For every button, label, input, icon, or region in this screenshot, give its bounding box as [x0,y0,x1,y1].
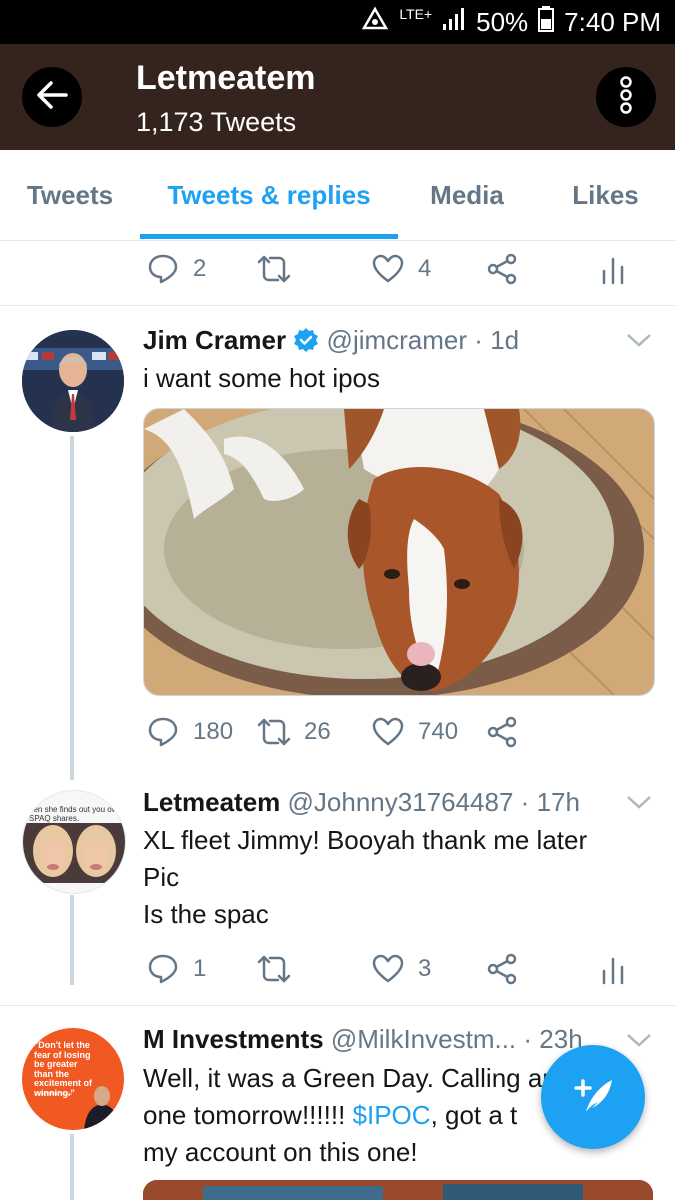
profile-header: Letmeatem 1,173 Tweets [0,44,675,150]
author-handle[interactable]: @Johnny31764487 [288,787,514,817]
feather-plus-icon [570,1072,616,1123]
retweet-icon [256,953,292,985]
separator-dot: · [523,1024,533,1054]
analytics-button[interactable] [600,253,626,285]
author-name[interactable]: M Investments [143,1024,324,1054]
reply-count: 2 [193,255,207,282]
tab-tweets[interactable]: Tweets [0,150,140,240]
battery-percent: 50% [476,6,529,37]
like-button[interactable]: 3 [372,953,431,985]
reply-button[interactable]: 1 [147,953,206,985]
battery-icon [538,5,555,39]
share-icon [486,953,518,985]
divider [0,305,675,306]
cashtag-link[interactable]: $IPOC [353,1100,431,1130]
tweet-image[interactable] [143,408,655,696]
sync-icon [361,6,389,39]
tweet-time: 1d [490,325,520,355]
retweet-button[interactable]: 26 [256,716,331,748]
tweet-menu-button[interactable] [626,332,652,353]
analytics-button[interactable] [600,953,626,985]
author-name[interactable]: Letmeatem [143,787,280,817]
tab-likes[interactable]: Likes [536,150,675,240]
retweet-button[interactable] [256,953,292,985]
like-count: 3 [418,955,432,982]
tweet-image[interactable] [143,1180,653,1200]
like-button[interactable]: 4 [372,253,431,285]
active-tab-indicator [140,234,398,239]
analytics-icon [600,953,626,985]
arrow-left-icon [35,80,69,115]
compose-tweet-button[interactable] [541,1045,645,1149]
tweet-line: Well, it was a Green Day. Calling a [143,1063,543,1093]
tweet-header: Letmeatem @Johnny31764487 · 17h [143,787,580,818]
reply-icon [147,716,179,748]
verified-badge-icon [293,327,319,360]
more-options-button[interactable] [596,67,656,127]
retweet-icon [256,253,292,285]
avatar[interactable]: hen she finds out you own SPAQ shares. [22,790,126,894]
chevron-down-icon [626,334,652,352]
reply-button[interactable]: 2 [147,253,206,285]
heart-icon [372,253,404,285]
tweet-menu-button[interactable] [626,1032,652,1053]
author-name[interactable]: Jim Cramer [143,325,286,355]
tab-tweets-replies[interactable]: Tweets & replies [140,150,398,240]
avatar[interactable] [22,330,124,432]
tweet-line: one tomorrow!!!!!! [143,1100,353,1130]
clock: 7:40 PM [564,6,661,37]
network-label: LTE+ [399,6,433,22]
tweet-count: 1,173 Tweets [136,107,297,137]
avatar[interactable]: "Don't let the fear of losing be greater… [22,1028,124,1130]
reply-icon [147,253,179,285]
more-vertical-icon [619,75,633,120]
tweet-text: i want some hot ipos [143,363,381,393]
tweet-line: , got a t [430,1100,518,1130]
signal-icon [442,7,466,38]
page-title: Letmeatem [136,59,316,97]
heart-icon [372,953,404,985]
retweet-button[interactable] [256,253,292,285]
like-count: 740 [418,718,459,745]
profile-tabs: Tweets Tweets & replies Media Likes [0,150,675,241]
separator-dot: · [474,325,483,355]
like-button[interactable]: 740 [372,716,458,748]
retweet-count: 26 [304,718,331,745]
tweet-line: Pic [143,862,180,892]
tweet-line: my account on this one! [143,1137,418,1167]
share-icon [486,253,518,285]
avatar-caption: hen she finds out you own SPAQ shares. [29,805,122,823]
share-button[interactable] [486,253,518,285]
back-button[interactable] [22,67,82,127]
tweet-line: Is the spac [143,899,269,929]
tab-media[interactable]: Media [398,150,536,240]
thread-line [70,1134,74,1200]
retweet-icon [256,716,292,748]
like-count: 4 [418,255,432,282]
divider [0,1005,675,1006]
reply-count: 1 [193,955,207,982]
tweet-text: XL fleet Jimmy! Booyah thank me later Pi… [143,822,587,933]
separator-dot: · [520,787,530,817]
thread-line [70,436,74,780]
tweet-header: Jim Cramer @jimcramer · 1d [143,325,519,360]
tweet-header: M Investments @MilkInvestm... · 23h [143,1024,583,1055]
author-handle[interactable]: @jimcramer [327,325,468,355]
chevron-down-icon [626,796,652,814]
tweet-line: XL fleet Jimmy! Booyah thank me later [143,825,588,855]
chevron-down-icon [626,1034,652,1052]
author-handle[interactable]: @MilkInvestm... [331,1024,516,1054]
share-icon [486,716,518,748]
status-bar: LTE+ 50% 7:40 PM [0,0,675,44]
tweet-menu-button[interactable] [626,794,652,815]
heart-icon [372,716,404,748]
reply-count: 180 [193,718,234,745]
tweet-time: 17h [536,787,580,817]
share-button[interactable] [486,716,518,748]
reply-icon [147,953,179,985]
analytics-icon [600,253,626,285]
share-button[interactable] [486,953,518,985]
reply-button[interactable]: 180 [147,716,233,748]
thread-line [70,895,74,985]
